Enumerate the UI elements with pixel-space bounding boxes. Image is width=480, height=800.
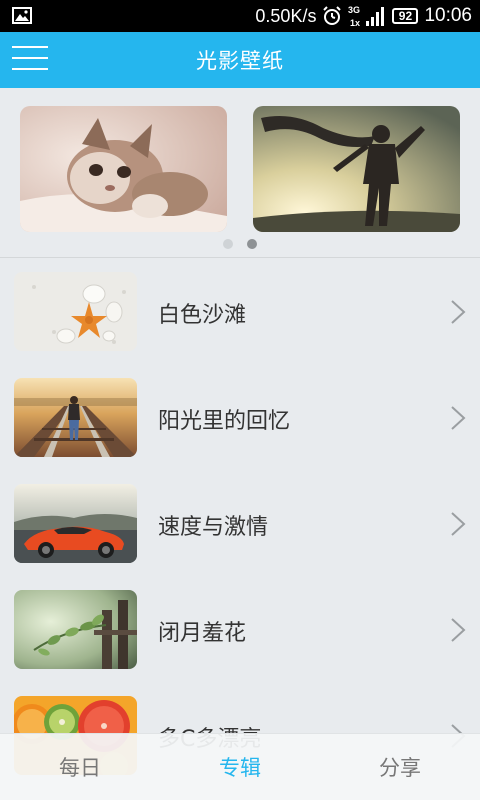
signal-icon: 3G 1x bbox=[348, 5, 385, 28]
bottom-tab-bar: 每日 专辑 分享 bbox=[0, 733, 480, 800]
carousel-dot-1[interactable] bbox=[223, 239, 233, 249]
battery-icon: 92 bbox=[392, 8, 419, 24]
status-bar: 0.50K/s 3G 1x 92 10:06 bbox=[0, 0, 480, 32]
chevron-right-icon bbox=[451, 406, 466, 430]
chevron-right-icon bbox=[451, 512, 466, 536]
svg-text:3G: 3G bbox=[348, 5, 360, 15]
app-header: 光影壁纸 bbox=[0, 32, 480, 88]
list-item[interactable]: 速度与激情 bbox=[0, 471, 480, 577]
carousel-dots bbox=[0, 239, 480, 249]
svg-text:1x: 1x bbox=[350, 18, 360, 28]
railway-girl-photo bbox=[14, 378, 137, 457]
album-list: 白色沙滩 阳光里的回忆 速度与激情 闭月羞花 bbox=[0, 259, 480, 789]
list-item[interactable]: 阳光里的回忆 bbox=[0, 365, 480, 471]
list-item-label: 闭月羞花 bbox=[158, 621, 247, 646]
banner-carousel bbox=[0, 88, 480, 258]
net-speed: 0.50K/s bbox=[255, 5, 317, 26]
list-item[interactable]: 白色沙滩 bbox=[0, 259, 480, 365]
tab-share[interactable]: 分享 bbox=[320, 734, 480, 800]
list-item-label: 白色沙滩 bbox=[158, 303, 247, 328]
carousel-dot-2[interactable] bbox=[247, 239, 257, 249]
list-item-label: 阳光里的回忆 bbox=[158, 409, 291, 434]
hamburger-menu-icon[interactable] bbox=[12, 46, 48, 74]
banner-slide-silhouette[interactable] bbox=[253, 106, 460, 232]
chevron-right-icon bbox=[451, 300, 466, 324]
banner-slide-kitten[interactable] bbox=[20, 106, 227, 232]
alarm-icon bbox=[323, 6, 342, 25]
starfish-sand-photo bbox=[14, 272, 137, 351]
page-title: 光影壁纸 bbox=[196, 49, 284, 73]
red-sports-car-photo bbox=[14, 484, 137, 563]
tab-daily[interactable]: 每日 bbox=[0, 734, 160, 800]
list-item-label: 速度与激情 bbox=[158, 515, 269, 540]
chevron-right-icon bbox=[451, 618, 466, 642]
plant-fence-photo bbox=[14, 590, 137, 669]
image-icon bbox=[12, 7, 32, 24]
list-item[interactable]: 闭月羞花 bbox=[0, 577, 480, 683]
clock: 10:06 bbox=[424, 5, 472, 26]
tab-albums[interactable]: 专辑 bbox=[160, 734, 320, 800]
kitten-photo bbox=[20, 106, 227, 232]
silhouette-with-scarf-photo bbox=[253, 106, 460, 232]
divider bbox=[0, 257, 480, 258]
